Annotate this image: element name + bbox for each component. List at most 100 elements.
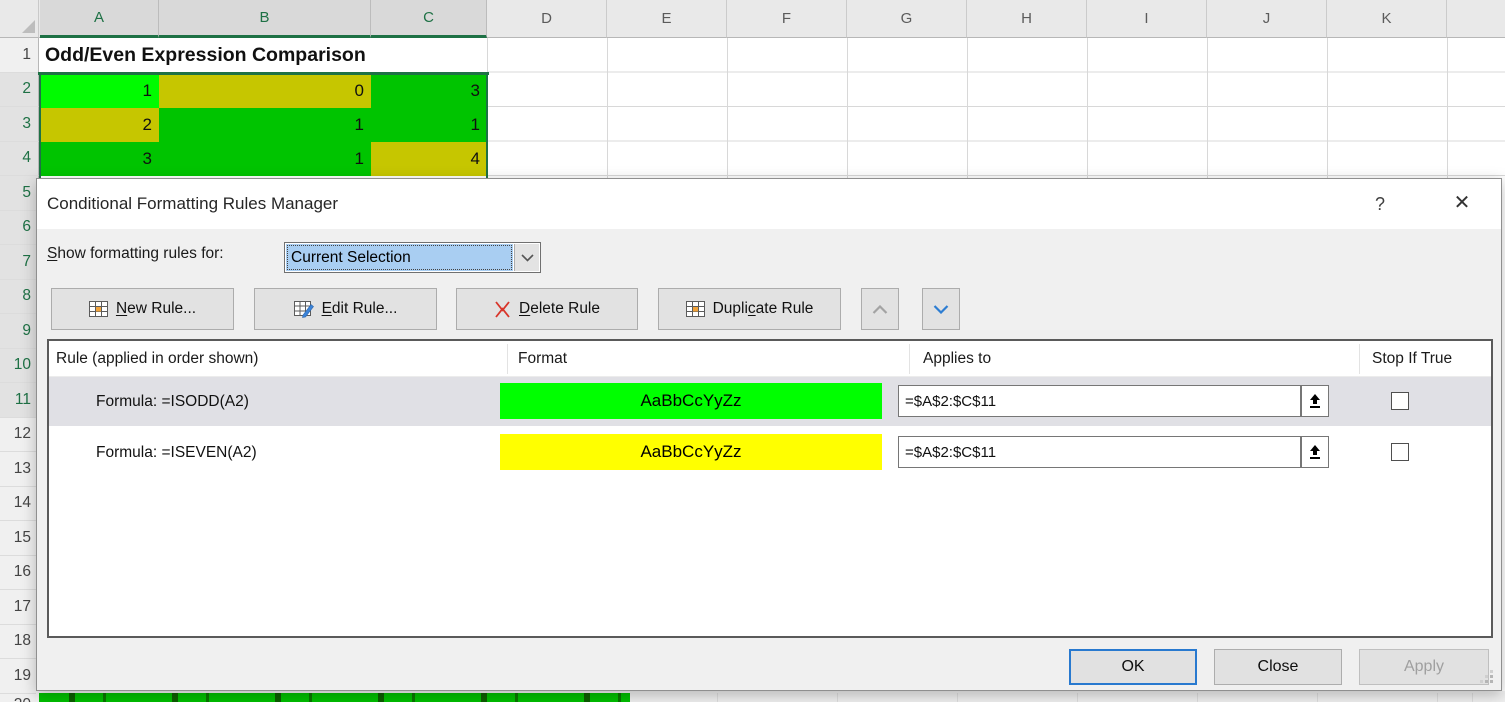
ok-button[interactable]: OK bbox=[1069, 649, 1197, 685]
column-header-k[interactable]: K bbox=[1327, 0, 1447, 38]
dialog-close-button[interactable]: ✕ bbox=[1445, 179, 1479, 229]
column-header-j[interactable]: J bbox=[1207, 0, 1327, 38]
collapse-dialog-icon bbox=[1308, 445, 1322, 460]
column-header-b[interactable]: B bbox=[159, 0, 371, 38]
selection-border-right bbox=[486, 72, 489, 178]
move-rule-down-button[interactable] bbox=[922, 288, 960, 330]
rule-row[interactable]: Formula: =ISEVEN(A2) AaBbCcYyZz bbox=[49, 428, 1491, 477]
cell-a2[interactable]: 1 bbox=[40, 75, 159, 108]
row20-empty-cells bbox=[630, 693, 1505, 702]
row-header-18[interactable]: 18 bbox=[0, 625, 39, 660]
row-header-15[interactable]: 15 bbox=[0, 521, 39, 556]
stop-if-true-checkbox[interactable] bbox=[1391, 443, 1409, 461]
chevron-down-icon[interactable] bbox=[514, 244, 539, 271]
column-header-e[interactable]: E bbox=[607, 0, 727, 38]
column-header-a[interactable]: A bbox=[40, 0, 159, 38]
close-button[interactable]: Close bbox=[1214, 649, 1342, 685]
col-header-applies: Applies to bbox=[923, 341, 991, 377]
cell-c2[interactable]: 3 bbox=[371, 75, 487, 108]
row-header-14[interactable]: 14 bbox=[0, 487, 39, 522]
table-icon bbox=[89, 301, 108, 317]
row-header-1[interactable]: 1 bbox=[0, 38, 39, 73]
cell-a3[interactable]: 2 bbox=[40, 108, 159, 142]
cf-rules-manager-dialog: Conditional Formatting Rules Manager ? ✕… bbox=[36, 178, 1502, 691]
row-header-3[interactable]: 3 bbox=[0, 107, 39, 142]
column-header-c[interactable]: C bbox=[371, 0, 487, 38]
column-header-h[interactable]: H bbox=[967, 0, 1087, 38]
column-separator bbox=[1359, 344, 1360, 374]
cell-a1-title[interactable]: Odd/Even Expression Comparison bbox=[40, 39, 487, 72]
applies-to-input[interactable] bbox=[898, 385, 1301, 417]
col-header-format: Format bbox=[518, 341, 567, 377]
rules-list: Rule (applied in order shown) Format App… bbox=[47, 339, 1493, 638]
column-separator bbox=[909, 344, 910, 374]
rule-description: Formula: =ISEVEN(A2) bbox=[96, 428, 257, 477]
stop-if-true-checkbox[interactable] bbox=[1391, 392, 1409, 410]
format-preview: AaBbCcYyZz bbox=[500, 434, 882, 470]
row-header-5[interactable]: 5 bbox=[0, 176, 39, 211]
range-picker-button[interactable] bbox=[1301, 385, 1329, 417]
duplicate-rule-label: Duplicate Rule bbox=[713, 300, 814, 318]
chevron-down-icon bbox=[933, 305, 949, 314]
cell-b4[interactable]: 1 bbox=[159, 142, 371, 177]
edit-rule-label: Edit Rule... bbox=[322, 300, 398, 318]
column-header-g[interactable]: G bbox=[847, 0, 967, 38]
collapse-dialog-icon bbox=[1308, 394, 1322, 409]
rules-list-header: Rule (applied in order shown) Format App… bbox=[49, 341, 1491, 377]
row-header-16[interactable]: 16 bbox=[0, 556, 39, 591]
row-header-2[interactable]: 2 bbox=[0, 73, 39, 108]
new-rule-button[interactable]: New Rule... bbox=[51, 288, 234, 330]
table-pencil-icon bbox=[294, 301, 314, 318]
row-header-6[interactable]: 6 bbox=[0, 211, 39, 246]
apply-button[interactable]: Apply bbox=[1359, 649, 1489, 685]
row-header-12[interactable]: 12 bbox=[0, 418, 39, 453]
row-header-17[interactable]: 17 bbox=[0, 590, 39, 625]
gridlines bbox=[487, 38, 1505, 178]
cell-c4[interactable]: 4 bbox=[371, 142, 487, 177]
rule-description: Formula: =ISODD(A2) bbox=[96, 377, 249, 426]
dialog-titlebar: Conditional Formatting Rules Manager ? ✕ bbox=[37, 179, 1501, 229]
row-header-20[interactable]: 20 bbox=[0, 694, 39, 702]
delete-rule-button[interactable]: Delete Rule bbox=[456, 288, 638, 330]
excel-window: ABCDEFGHIJK 1234567891011121314151617181… bbox=[0, 0, 1505, 702]
cell-a4[interactable]: 3 bbox=[40, 142, 159, 177]
row-header-4[interactable]: 4 bbox=[0, 142, 39, 177]
row-header-13[interactable]: 13 bbox=[0, 452, 39, 487]
red-x-icon bbox=[494, 301, 511, 318]
applies-to-input[interactable] bbox=[898, 436, 1301, 468]
row-header-19[interactable]: 19 bbox=[0, 659, 39, 694]
row20-formatted-cells bbox=[39, 693, 630, 702]
scope-dropdown[interactable]: Current Selection bbox=[284, 242, 541, 273]
row-header-8[interactable]: 8 bbox=[0, 280, 39, 315]
range-picker-button[interactable] bbox=[1301, 436, 1329, 468]
column-header-d[interactable]: D bbox=[487, 0, 607, 38]
col-header-stop: Stop If True bbox=[1372, 341, 1452, 377]
show-rules-label: Show formatting rules for: bbox=[47, 245, 224, 263]
delete-rule-label: Delete Rule bbox=[519, 300, 600, 318]
cell-b3[interactable]: 1 bbox=[159, 108, 371, 142]
format-preview: AaBbCcYyZz bbox=[500, 383, 882, 419]
dialog-title: Conditional Formatting Rules Manager bbox=[47, 179, 338, 229]
col-header-rule: Rule (applied in order shown) bbox=[56, 341, 258, 377]
selection-border-top bbox=[38, 72, 489, 75]
selection-border-left bbox=[39, 72, 42, 178]
column-separator bbox=[507, 344, 508, 374]
duplicate-rule-button[interactable]: Duplicate Rule bbox=[658, 288, 841, 330]
help-button[interactable]: ? bbox=[1365, 179, 1395, 229]
column-header-i[interactable]: I bbox=[1087, 0, 1207, 38]
row-header-7[interactable]: 7 bbox=[0, 245, 39, 280]
row-header-10[interactable]: 10 bbox=[0, 349, 39, 384]
row-header-9[interactable]: 9 bbox=[0, 314, 39, 349]
table-icon bbox=[686, 301, 705, 317]
edit-rule-button[interactable]: Edit Rule... bbox=[254, 288, 437, 330]
scope-dropdown-value: Current Selection bbox=[286, 244, 513, 271]
column-header-f[interactable]: F bbox=[727, 0, 847, 38]
cell-b2[interactable]: 0 bbox=[159, 75, 371, 108]
select-all-corner[interactable] bbox=[0, 0, 39, 38]
row-header-11[interactable]: 11 bbox=[0, 383, 39, 418]
rule-row[interactable]: Formula: =ISODD(A2) AaBbCcYyZz bbox=[49, 377, 1491, 426]
cell-c3[interactable]: 1 bbox=[371, 108, 487, 142]
move-rule-up-button[interactable] bbox=[861, 288, 899, 330]
corner-triangle-icon bbox=[22, 20, 35, 33]
resize-grip[interactable] bbox=[1480, 670, 1494, 684]
